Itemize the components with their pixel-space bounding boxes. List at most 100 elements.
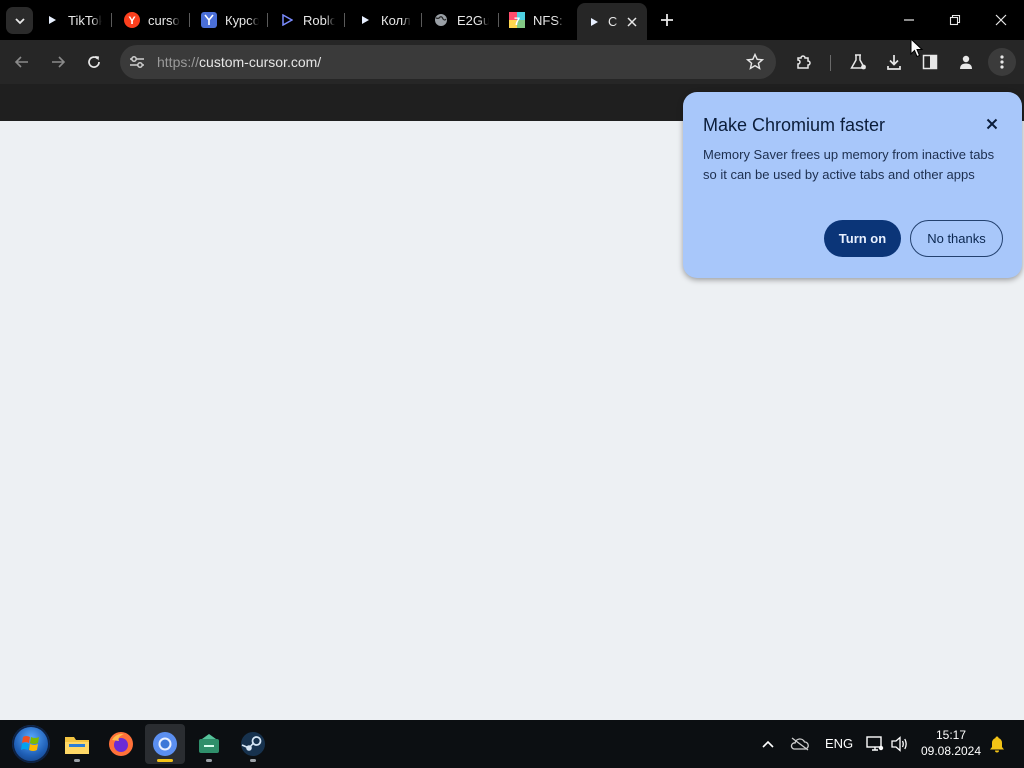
url-scheme: https:// — [157, 54, 200, 70]
onedrive-tray[interactable] — [788, 732, 812, 756]
folder-icon — [65, 737, 89, 754]
running-indicator — [250, 759, 256, 762]
puzzle-icon — [797, 55, 811, 69]
tab-divider — [111, 13, 112, 27]
back-button[interactable] — [8, 48, 36, 76]
cloud-off-icon — [790, 737, 809, 751]
address-bar[interactable]: https://custom-cursor.com/ — [120, 45, 776, 79]
tab-cursor[interactable]: Y cursor — [124, 4, 180, 36]
tab-divider — [421, 13, 422, 27]
language-indicator[interactable]: ENG — [825, 736, 853, 751]
start-button[interactable] — [12, 725, 50, 763]
tab-title: Курсор — [225, 12, 259, 28]
tab-title: cursor — [148, 12, 180, 28]
taskbar-explorer[interactable] — [57, 724, 97, 764]
close-tab-icon[interactable] — [624, 14, 640, 30]
plus-icon — [661, 14, 673, 26]
reload-button[interactable] — [80, 48, 108, 76]
forward-button[interactable] — [44, 48, 72, 76]
menu-button[interactable] — [988, 48, 1016, 76]
tab-divider — [267, 13, 268, 27]
running-indicator — [206, 759, 212, 762]
tab-title: TikTok — [68, 12, 102, 28]
bookmark-star-icon[interactable] — [746, 53, 764, 71]
close-popup-button[interactable] — [984, 116, 1000, 132]
profile-button[interactable] — [952, 48, 980, 76]
active-indicator — [157, 759, 173, 762]
taskbar-cheat-engine[interactable] — [189, 724, 229, 764]
tab-kursor[interactable]: Курсор — [201, 4, 259, 36]
firefox-icon — [109, 732, 133, 756]
taskbar-firefox[interactable] — [101, 724, 141, 764]
restore-icon — [949, 14, 961, 26]
play-icon — [586, 14, 602, 30]
tab-nfs[interactable]: 7 NFS: Unbound — [509, 4, 565, 36]
more-vert-icon — [1000, 55, 1004, 69]
globe-icon — [433, 12, 449, 28]
close-icon — [986, 118, 998, 130]
labs-button[interactable] — [844, 48, 872, 76]
play-outline-icon — [279, 12, 295, 28]
volume-tray[interactable] — [888, 732, 912, 756]
tab-title: E2Guide — [457, 12, 489, 28]
taskbar-chromium[interactable] — [145, 724, 185, 764]
colorful-icon: 7 — [509, 12, 525, 28]
mouse-cursor-icon — [910, 38, 924, 58]
notifications-button[interactable] — [985, 732, 1009, 756]
arrow-left-icon — [14, 56, 28, 68]
running-indicator — [74, 759, 80, 762]
reload-icon — [88, 56, 100, 68]
downloads-button[interactable] — [880, 48, 908, 76]
url-text[interactable]: https://custom-cursor.com/ — [157, 54, 321, 70]
chromium-icon — [153, 732, 177, 756]
tab-divider — [498, 13, 499, 27]
flask-icon — [850, 54, 866, 70]
cheat-engine-icon — [199, 734, 219, 753]
minimize-button[interactable] — [886, 0, 932, 40]
taskbar-clock[interactable]: 15:17 09.08.2024 — [920, 727, 982, 759]
chevron-up-icon — [762, 740, 774, 748]
yandex-icon: Y — [124, 12, 140, 28]
new-tab-button[interactable] — [656, 9, 678, 31]
tab-collection[interactable]: Коллекция — [357, 4, 411, 36]
tab-title: Коллекция — [381, 12, 411, 28]
toolbar-divider — [830, 55, 831, 71]
browser-toolbar: https://custom-cursor.com/ — [0, 40, 1024, 84]
network-tray[interactable] — [863, 732, 887, 756]
show-hidden-icons-button[interactable] — [756, 732, 780, 756]
svg-text:Y: Y — [128, 15, 136, 27]
side-panel-icon — [922, 54, 938, 70]
chevron-down-icon — [14, 17, 25, 24]
svg-text:7: 7 — [514, 16, 520, 28]
no-thanks-button[interactable]: No thanks — [910, 220, 1003, 257]
tab-search-button[interactable] — [6, 7, 33, 34]
minimize-icon — [904, 19, 914, 21]
taskbar: ENG 15:17 09.08.2024 — [0, 720, 1024, 768]
turn-on-button[interactable]: Turn on — [824, 220, 901, 257]
memory-saver-popup: Make Chromium faster Memory Saver frees … — [683, 92, 1022, 278]
speaker-icon — [891, 736, 907, 752]
extensions-button[interactable] — [790, 48, 818, 76]
restore-button[interactable] — [932, 0, 978, 40]
clock-date: 09.08.2024 — [920, 744, 982, 758]
steam-icon — [241, 732, 265, 756]
close-icon — [995, 14, 1007, 26]
tab-e2guide[interactable]: E2Guide — [433, 4, 489, 36]
tab-roblox[interactable]: Roblox — [279, 4, 335, 36]
arrow-right-icon — [52, 56, 66, 68]
taskbar-steam[interactable] — [233, 724, 273, 764]
popup-body: Memory Saver frees up memory from inacti… — [703, 147, 995, 182]
tab-strip: TikTok Y cursor Курсор Roblox Коллекция … — [0, 0, 1024, 40]
play-icon — [44, 12, 60, 28]
bell-icon — [990, 736, 1004, 753]
windows-logo-icon — [21, 736, 39, 751]
popup-title: Make Chromium faster — [703, 115, 886, 135]
tab-title: NFS: Unbound — [533, 12, 565, 28]
person-icon — [960, 55, 972, 69]
site-settings-icon[interactable] — [129, 54, 145, 70]
network-icon — [866, 736, 884, 751]
tab-tiktok[interactable]: TikTok — [44, 4, 102, 36]
tab-title: Custom Cursor — [608, 14, 618, 29]
close-window-button[interactable] — [978, 0, 1024, 40]
tab-custom-cursor[interactable]: Custom Cursor — [577, 3, 647, 40]
